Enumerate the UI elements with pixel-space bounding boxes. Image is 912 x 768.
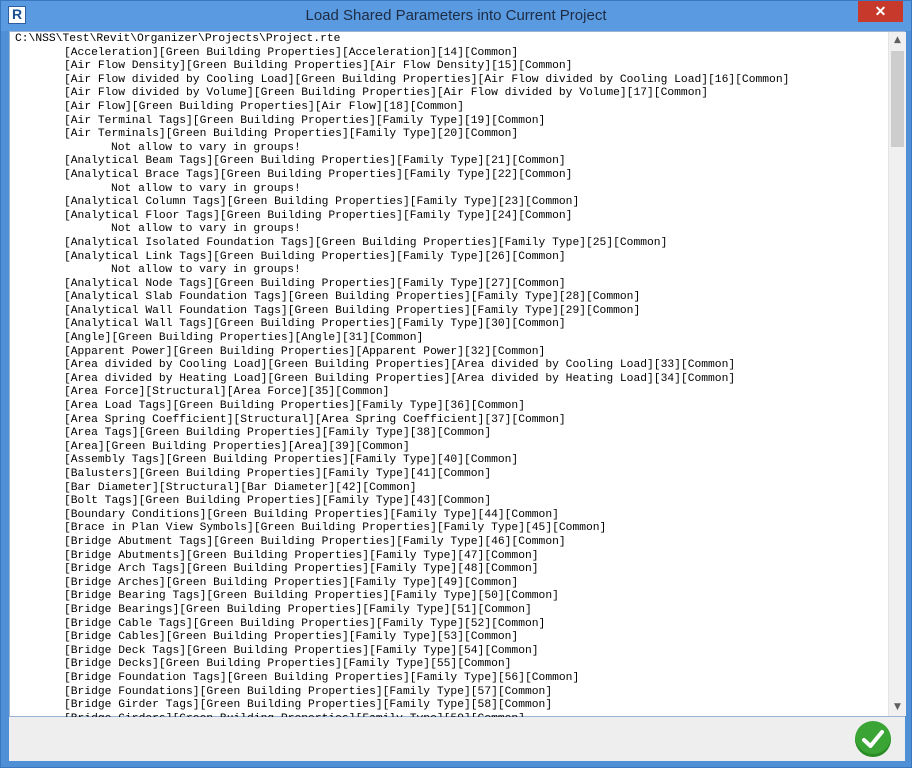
close-icon: ✕ [874,3,887,19]
log-line: [Analytical Beam Tags][Green Building Pr… [64,155,566,168]
log-line: [Area Load Tags][Green Building Properti… [64,400,525,413]
log-line: [Analytical Node Tags][Green Building Pr… [64,277,566,290]
log-line: [Bridge Cable Tags][Green Building Prope… [64,617,546,630]
window-title: Load Shared Parameters into Current Proj… [305,7,607,24]
log-text-area[interactable]: C:\NSS\Test\Revit\Organizer\Projects\Pro… [15,33,885,717]
log-line: [Bridge Decks][Green Building Properties… [64,658,512,671]
log-line: [Assembly Tags][Green Building Propertie… [64,454,519,467]
log-line: [Brace in Plan View Symbols][Green Build… [64,522,607,535]
log-line: [Air Flow][Green Building Properties][Ai… [64,100,464,113]
log-line: [Analytical Isolated Foundation Tags][Gr… [64,236,668,249]
checkmark-icon [862,730,884,748]
log-line: [Bridge Deck Tags][Green Building Proper… [64,644,539,657]
log-line: [Area divided by Heating Load][Green Bui… [64,372,736,385]
log-line: [Analytical Link Tags][Green Building Pr… [64,250,566,263]
log-line: [Air Flow divided by Volume][Green Build… [64,87,709,100]
log-line: [Bridge Bearing Tags][Green Building Pro… [64,590,559,603]
log-line: [Analytical Wall Tags][Green Building Pr… [64,318,566,331]
log-line: [Area][Green Building Properties][Area][… [64,440,410,453]
log-line: [Bridge Arches][Green Building Propertie… [64,576,519,589]
log-line: [Air Flow Density][Green Building Proper… [64,60,573,73]
close-button[interactable]: ✕ [858,1,903,22]
log-line: [Bridge Girder Tags][Green Building Prop… [64,699,553,712]
log-line: [Acceleration][Green Building Properties… [64,46,519,59]
log-line: Not allow to vary in groups! [111,141,301,154]
log-line: [Analytical Wall Foundation Tags][Green … [64,304,641,317]
log-line: [Bolt Tags][Green Building Properties][F… [64,495,492,508]
log-line: [Bridge Cables][Green Building Propertie… [64,631,519,644]
log-line: [Bridge Abutments][Green Building Proper… [64,549,539,562]
log-line: [Balusters][Green Building Properties][F… [64,468,492,480]
log-line: [Bridge Foundation Tags][Green Building … [64,671,580,684]
log-line: [Area Tags][Green Building Properties][F… [64,427,492,440]
log-line: Not allow to vary in groups! [111,264,301,277]
log-line: [Analytical Brace Tags][Green Building P… [64,168,573,181]
title-bar[interactable]: R Load Shared Parameters into Current Pr… [1,1,911,31]
log-line: [Air Terminals][Green Building Propertie… [64,128,519,141]
log-line: C:\NSS\Test\Revit\Organizer\Projects\Pro… [15,33,341,45]
scroll-down-arrow-icon[interactable]: ▼ [889,699,906,716]
log-line: [Bridge Arch Tags][Green Building Proper… [64,563,539,576]
log-line: [Area divided by Cooling Load][Green Bui… [64,359,736,372]
log-line: [Analytical Column Tags][Green Building … [64,196,580,209]
log-line: [Air Flow divided by Cooling Load][Green… [64,73,790,86]
log-line: [Analytical Slab Foundation Tags][Green … [64,291,641,304]
log-line: [Area Force][Structural][Area Force][35]… [64,386,390,399]
log-line: [Area Spring Coefficient][Structural][Ar… [64,413,566,426]
vertical-scrollbar[interactable]: ▲ ▼ [888,32,906,716]
log-panel: C:\NSS\Test\Revit\Organizer\Projects\Pro… [9,31,906,717]
scroll-up-arrow-icon[interactable]: ▲ [889,32,906,49]
log-line: [Bridge Abutment Tags][Green Building Pr… [64,535,566,548]
log-line: [Air Terminal Tags][Green Building Prope… [64,114,546,127]
log-line: Not allow to vary in groups! [111,223,301,236]
dialog-footer [9,717,905,761]
log-line: [Boundary Conditions][Green Building Pro… [64,508,559,521]
log-line: [Angle][Green Building Properties][Angle… [64,332,424,345]
log-line: [Bar Diameter][Structural][Bar Diameter]… [64,481,417,494]
log-line: [Bridge Foundations][Green Building Prop… [64,685,553,698]
log-line: Not allow to vary in groups! [111,182,301,195]
log-line: [Analytical Floor Tags][Green Building P… [64,209,573,222]
ok-button[interactable] [855,721,891,757]
dialog-window: R Load Shared Parameters into Current Pr… [0,0,912,768]
scroll-thumb[interactable] [891,51,904,147]
log-line: [Bridge Bearings][Green Building Propert… [64,603,532,616]
log-line: [Apparent Power][Green Building Properti… [64,345,546,358]
